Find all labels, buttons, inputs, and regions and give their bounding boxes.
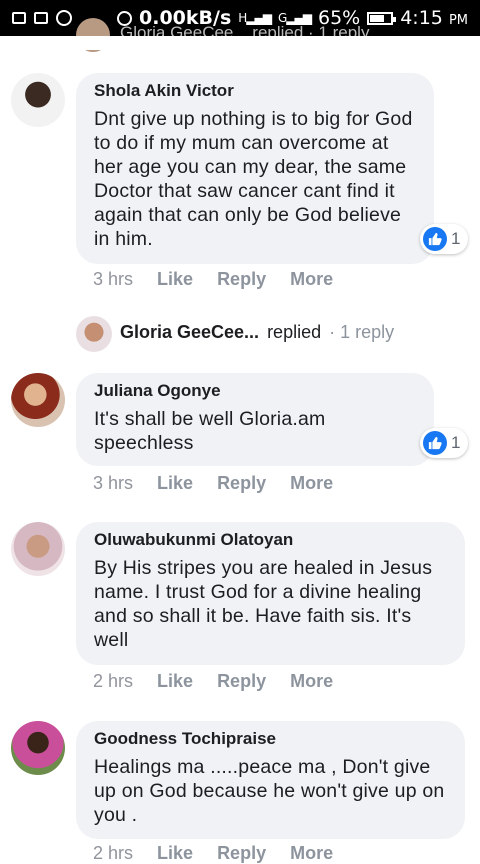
comment-text: Healings ma .....peace ma , Don't give u… <box>94 756 445 826</box>
comment-bubble: Shola Akin Victor Dnt give up nothing is… <box>76 73 434 264</box>
reply-count: · 1 reply <box>329 322 395 342</box>
whatsapp-icon <box>56 10 72 26</box>
reaction-number: 1 <box>451 433 461 452</box>
battery-icon <box>367 11 397 25</box>
like-reaction-icon <box>423 431 447 455</box>
comment-author[interactable]: Juliana Ogonye <box>94 381 416 401</box>
reply-button[interactable]: Reply <box>217 671 266 692</box>
comment-bubble: Goodness Tochipraise Healings ma .....pe… <box>76 721 465 839</box>
avatar[interactable] <box>11 73 65 127</box>
comment-author[interactable]: Oluwabukunmi Olatoyan <box>94 530 447 550</box>
reaction-count[interactable]: 1 <box>420 224 469 254</box>
comment-time[interactable]: 3 hrs <box>93 473 133 494</box>
clock-time-value: 4:15 <box>400 7 443 29</box>
comment-time[interactable]: 2 hrs <box>93 671 133 692</box>
reaction-number: 1 <box>451 229 461 248</box>
avatar[interactable] <box>11 373 65 427</box>
reply-button[interactable]: Reply <box>217 269 266 290</box>
comment-text: By His stripes you are healed in Jesus n… <box>94 557 433 651</box>
like-button[interactable]: Like <box>157 671 193 692</box>
comment-bubble: Oluwabukunmi Olatoyan By His stripes you… <box>76 522 465 665</box>
clock-time: 4:15 PM <box>400 7 468 29</box>
replier-name: Gloria GeeCee... <box>120 322 260 342</box>
comment-actions: 3 hrs Like Reply More <box>93 473 333 494</box>
like-button[interactable]: Like <box>157 473 193 494</box>
gallery-notification-icon <box>12 12 26 24</box>
avatar[interactable] <box>76 316 112 352</box>
comment-author[interactable]: Shola Akin Victor <box>94 81 416 101</box>
clock-ampm: PM <box>448 13 468 28</box>
more-button[interactable]: More <box>290 473 333 494</box>
like-button[interactable]: Like <box>157 269 193 290</box>
comment-bubble: Juliana Ogonye It's shall be well Gloria… <box>76 373 434 466</box>
avatar[interactable] <box>11 721 65 775</box>
avatar[interactable] <box>11 522 65 576</box>
header-mask <box>0 36 480 50</box>
comment-author[interactable]: Goodness Tochipraise <box>94 729 447 749</box>
more-button[interactable]: More <box>290 671 333 692</box>
replied-label: replied <box>267 322 322 342</box>
comment-text: Dnt give up nothing is to big for God to… <box>94 108 413 250</box>
more-button[interactable]: More <box>290 269 333 290</box>
comment-text: It's shall be well Gloria.am speechless <box>94 408 326 454</box>
comment-actions: 2 hrs Like Reply More <box>93 671 333 692</box>
like-reaction-icon <box>423 227 447 251</box>
comment-actions: 3 hrs Like Reply More <box>93 269 333 290</box>
comment-time[interactable]: 3 hrs <box>93 269 133 290</box>
reply-button[interactable]: Reply <box>217 473 266 494</box>
app-notification-icon <box>34 12 48 24</box>
view-replies-link[interactable]: Gloria GeeCee... replied · 1 reply <box>120 322 394 343</box>
reaction-count[interactable]: 1 <box>420 428 469 458</box>
